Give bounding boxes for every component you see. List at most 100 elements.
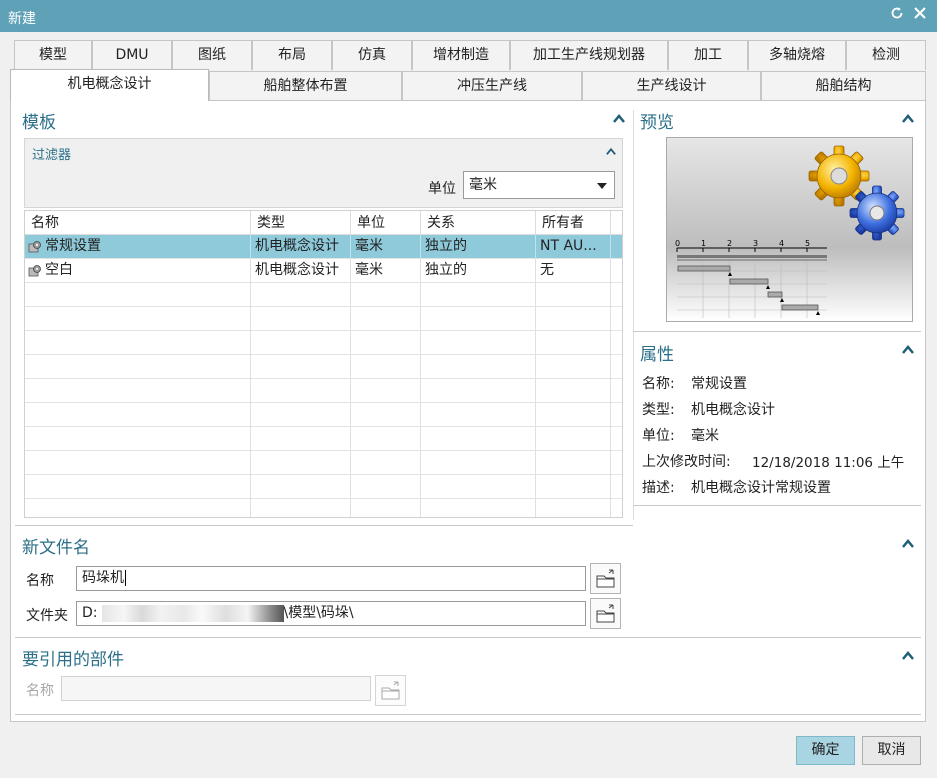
tab-row1-1[interactable]: DMU	[92, 40, 172, 70]
table-cell	[536, 355, 611, 379]
table-cell	[251, 451, 351, 475]
table-cell	[421, 331, 536, 355]
column-header-relation[interactable]: 关系	[421, 211, 536, 235]
filter-title: 过滤器	[32, 148, 72, 163]
table-cell	[536, 331, 611, 355]
table-cell	[25, 475, 251, 499]
tab-row1-0[interactable]: 模型	[14, 40, 92, 70]
dropdown-arrow-icon[interactable]	[597, 183, 607, 189]
folder-label: 文件夹	[26, 608, 68, 624]
table-cell	[611, 475, 622, 499]
table-cell	[611, 331, 622, 355]
timeline-chart: 0 1 2 3 4 5	[675, 239, 827, 318]
close-icon[interactable]	[912, 5, 928, 25]
ok-button[interactable]: 确定	[796, 736, 855, 765]
table-cell	[25, 307, 251, 331]
reset-icon[interactable]	[889, 5, 905, 25]
collapse-preview-icon[interactable]	[901, 112, 915, 124]
table-cell	[351, 331, 421, 355]
prop-name-value: 常规设置	[691, 376, 747, 392]
table-row	[25, 283, 622, 307]
table-cell	[25, 331, 251, 355]
unit-select[interactable]: 毫米	[463, 171, 615, 199]
table-cell	[536, 499, 611, 517]
table-cell: 毫米	[351, 235, 421, 259]
table-cell	[251, 307, 351, 331]
column-header-owner[interactable]: 所有者	[536, 211, 611, 235]
tab-row2-1[interactable]: 船舶整体布置	[209, 71, 402, 101]
collapse-templates-icon[interactable]	[612, 112, 626, 124]
collapse-new-file-icon[interactable]	[901, 537, 915, 549]
new-file-title: 新文件名	[22, 538, 90, 558]
divider	[15, 525, 633, 526]
tab-row1-9[interactable]: 检测	[846, 40, 926, 70]
tab-row2-2[interactable]: 冲压生产线	[402, 71, 582, 101]
table-row	[25, 427, 622, 451]
cancel-button[interactable]: 取消	[862, 736, 921, 765]
table-cell	[421, 451, 536, 475]
folder-open-icon	[381, 681, 400, 700]
tab-row1-6[interactable]: 加工生产线规划器	[510, 40, 668, 70]
tab-row1-2[interactable]: 图纸	[172, 40, 252, 70]
timeline-tick-label: 3	[753, 239, 758, 248]
table-cell	[351, 283, 421, 307]
tab-row1-4[interactable]: 仿真	[332, 40, 412, 70]
table-row[interactable]: 常规设置 机电概念设计 毫米 独立的 NT AU...	[25, 235, 622, 259]
table-cell	[351, 499, 421, 517]
folder-open-icon	[596, 569, 615, 588]
file-name-value: 码垛机	[82, 570, 124, 586]
prop-modified-value: 12/18/2018 11:06 上午	[752, 455, 905, 471]
column-header-unit[interactable]: 单位	[351, 211, 421, 235]
tab-row2-4[interactable]: 船舶结构	[761, 71, 926, 101]
table-cell	[25, 403, 251, 427]
part-name-input[interactable]	[61, 676, 371, 701]
file-name-input[interactable]: 码垛机	[76, 566, 586, 591]
prop-type-value: 机电概念设计	[691, 402, 775, 418]
divider	[15, 637, 921, 638]
table-cell	[351, 427, 421, 451]
table-cell	[536, 307, 611, 331]
tab-row1-3[interactable]: 布局	[252, 40, 332, 70]
folder-input[interactable]: D: \模型\码垛\	[76, 601, 586, 626]
tab-row2-0[interactable]: 机电概念设计	[10, 69, 209, 101]
prop-description-label: 描述:	[642, 480, 675, 496]
column-header-name[interactable]: 名称	[25, 211, 251, 235]
table-row	[25, 355, 622, 379]
table-cell	[611, 235, 622, 259]
tab-row1-8[interactable]: 多轴烧熔	[748, 40, 846, 70]
collapse-referenced-parts-icon[interactable]	[901, 649, 915, 661]
table-cell: 独立的	[421, 235, 536, 259]
table-cell: 无	[536, 259, 611, 283]
column-header-type[interactable]: 类型	[251, 211, 351, 235]
table-row	[25, 307, 622, 331]
table-row	[25, 451, 622, 475]
table-cell	[421, 355, 536, 379]
column-header-filler	[611, 211, 622, 235]
table-cell: 机电概念设计	[251, 259, 351, 283]
window-title: 新建	[8, 11, 36, 27]
properties-title: 属性	[640, 345, 674, 365]
browse-folder-button[interactable]	[590, 598, 621, 629]
collapse-properties-icon[interactable]	[901, 343, 915, 355]
table-cell	[25, 283, 251, 307]
table-row[interactable]: 空白 机电概念设计 毫米 独立的无	[25, 259, 622, 283]
table-cell	[251, 475, 351, 499]
table-cell	[611, 283, 622, 307]
table-row	[25, 379, 622, 403]
table-cell	[251, 499, 351, 517]
browse-name-button[interactable]	[590, 563, 621, 594]
tab-row1-5[interactable]: 增材制造	[412, 40, 510, 70]
prop-unit-value: 毫米	[691, 428, 719, 444]
table-cell	[251, 331, 351, 355]
template-gear-icon	[28, 241, 41, 253]
table-cell	[536, 427, 611, 451]
templates-title: 模板	[22, 113, 56, 133]
tab-row1-7[interactable]: 加工	[668, 40, 748, 70]
timeline-tick-label: 1	[701, 239, 706, 248]
collapse-filter-icon[interactable]	[605, 146, 619, 158]
gear-blue-icon	[849, 185, 905, 241]
browse-part-button[interactable]	[375, 675, 406, 706]
table-cell	[351, 403, 421, 427]
table-cell	[351, 307, 421, 331]
tab-row2-3[interactable]: 生产线设计	[582, 71, 761, 101]
